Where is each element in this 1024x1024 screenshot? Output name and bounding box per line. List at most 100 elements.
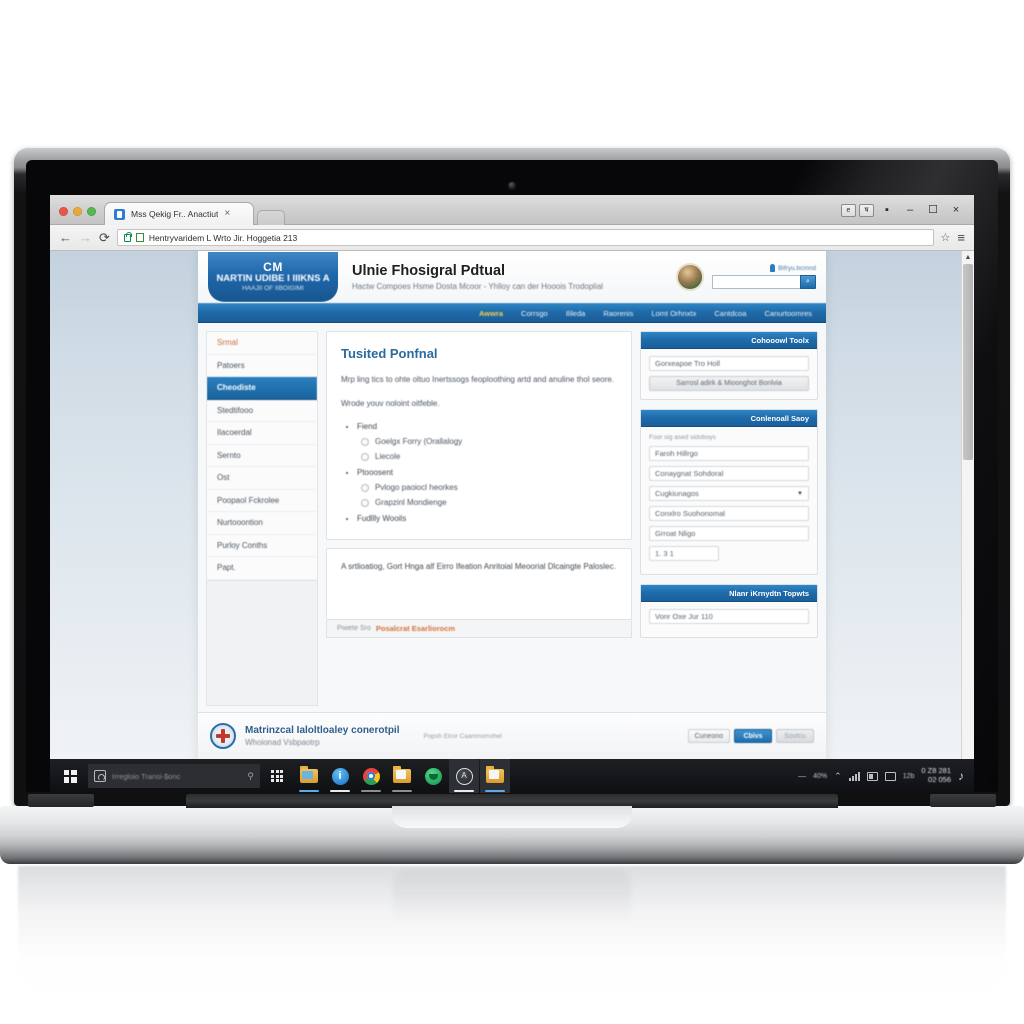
sidebar-item-8[interactable]: Nurtooontion	[207, 512, 317, 535]
nav-item-2[interactable]: Ilileda	[566, 309, 586, 318]
search-icon[interactable]: ⌕	[800, 275, 816, 289]
search-input[interactable]	[712, 275, 800, 289]
radio-option-0-1[interactable]: Liecole	[361, 452, 617, 461]
header-utility: Bifryu.bcmnd ⌕	[712, 264, 816, 289]
sidebar-item-5[interactable]: Sernto	[207, 445, 317, 467]
scrollbar-thumb[interactable]	[963, 264, 973, 460]
sidebar-item-1[interactable]: Patoers	[207, 355, 317, 377]
panel-form-field-1[interactable]: Conaygnat Sohdoral	[649, 466, 809, 481]
footer-button-0[interactable]: Cuneono	[687, 729, 730, 743]
new-tab-button[interactable]	[257, 210, 285, 225]
taskbar-app-list: i A	[294, 759, 510, 793]
radio-option-0-0[interactable]: Goelgx Forry (Orallalogy	[361, 437, 617, 446]
bookmark-star-icon[interactable]: ☆	[941, 231, 951, 244]
nav-item-3[interactable]: Raorenis	[603, 309, 633, 318]
battery-icon[interactable]	[866, 771, 878, 781]
chevron-up-icon[interactable]: ⌃	[834, 771, 842, 782]
panel-form-select[interactable]: Cugkiunagos ▼	[649, 486, 809, 501]
main-heading: Tusited Ponfnal	[341, 346, 438, 361]
notice-card: A srtlioatiog, Gort Hnga alf Eirro Ifeat…	[326, 548, 632, 621]
nav-item-6[interactable]: Canurtoomres	[764, 309, 812, 318]
clock[interactable]: 0 Z8 281 02ּ 056	[921, 767, 951, 784]
forward-arrow-icon[interactable]: →	[79, 231, 92, 244]
pen-icon[interactable]: ―	[798, 772, 806, 781]
taskbar-green-app[interactable]	[418, 759, 448, 793]
medical-cross-icon	[210, 723, 236, 749]
panel-form-field-0[interactable]: Faroh Hillrgo	[649, 446, 809, 461]
panel-reports-field-0[interactable]: Vonr Oxe Jur 110	[649, 609, 809, 624]
radio-icon[interactable]	[361, 437, 369, 446]
radio-icon[interactable]	[361, 483, 369, 492]
sidebar-item-10[interactable]: Papt.	[207, 557, 317, 580]
hamburger-menu-icon[interactable]: ≡	[957, 231, 965, 244]
taskbar-info[interactable]: i	[325, 759, 355, 793]
network-icon[interactable]	[848, 771, 860, 781]
back-arrow-icon[interactable]: ←	[59, 231, 72, 244]
panel-form-field-4[interactable]: Grroat Nligo	[649, 526, 809, 541]
nav-item-1[interactable]: Corrsgo	[521, 309, 548, 318]
taskbar-search-box[interactable]: Irregloio Transi-$onc ⚲	[88, 764, 260, 788]
site-info-icon[interactable]	[135, 233, 144, 242]
start-button[interactable]	[54, 759, 86, 793]
microphone-icon[interactable]: ⚲	[247, 771, 254, 782]
notification-icon[interactable]: ♪	[958, 769, 964, 783]
footer-text-block: Matrinzcal Ialoltloaley conerotpil Whoio…	[245, 725, 399, 747]
page-scrollbar[interactable]: ▲ ▼	[961, 251, 974, 793]
nav-item-5[interactable]: Cantdcoa	[714, 309, 746, 318]
notice-footer-link[interactable]: Posalcrat Esarliorocm	[376, 624, 455, 633]
footer-middle-text: Popsh Etror Caanmomohel	[423, 732, 502, 740]
taskbar-photos[interactable]	[480, 759, 510, 793]
taskbar-folder-white[interactable]	[387, 759, 417, 793]
taskbar-folder-blue[interactable]	[294, 759, 324, 793]
login-link[interactable]: Bifryu.bcmnd	[770, 264, 816, 272]
panel-form-body: Foor sig ased sidoboys Faroh Hillrgo Con…	[641, 427, 817, 574]
panel-form: Conlenoall Saoy Foor sig ased sidoboys F…	[640, 409, 818, 575]
volume-icon[interactable]	[884, 771, 896, 781]
radio-option-1-1[interactable]: Grapzinl Mondienge	[361, 498, 617, 507]
close-icon[interactable]: ×	[224, 209, 230, 219]
nav-item-0[interactable]: Awwra	[479, 309, 503, 318]
browser-titlebar: Mss Qekig Fr.. Anactiut × e ष ▪ – ☐ ×	[50, 195, 974, 225]
close-window-button[interactable]: ×	[946, 203, 966, 217]
tray-percent-1: 40%	[813, 772, 828, 780]
sidebar-item-9[interactable]: Purloy Conths	[207, 535, 317, 557]
option-group-2-label: Fudllly Wooils	[357, 514, 617, 523]
sidebar-item-4[interactable]: Ilacoerdal	[207, 422, 317, 445]
footer-title: Matrinzcal Ialoltloaley conerotpil	[245, 725, 400, 736]
site-logo[interactable]: CM NARTIN UDIBE I IIIKNS A HAAJII OF IIB…	[208, 251, 338, 302]
sidebar-item-0[interactable]: Srmal	[207, 332, 317, 355]
radio-icon[interactable]	[361, 498, 369, 507]
scroll-up-icon[interactable]: ▲	[962, 251, 974, 263]
sidebar-item-6[interactable]: Ost	[207, 467, 317, 490]
sidebar-item-2[interactable]: Cheodiste	[207, 377, 317, 400]
close-dot[interactable]	[59, 207, 68, 216]
footer-button-2[interactable]: Sovtcu	[776, 729, 814, 743]
restore-button[interactable]: ▪	[877, 203, 897, 217]
extension-icon-1[interactable]: e	[841, 203, 856, 217]
extension-icon-2[interactable]: ष	[859, 203, 874, 217]
panel-tools-field-0[interactable]: Gorxeapoe Tro Holl	[649, 356, 809, 371]
radio-icon[interactable]	[361, 452, 369, 461]
panel-reports-body: Vonr Oxe Jur 110	[641, 602, 817, 637]
taskbar-compass[interactable]: A	[449, 759, 479, 793]
panel-form-field-3[interactable]: Conxlro Suohonomal	[649, 506, 809, 521]
taskbar-chrome[interactable]	[356, 759, 386, 793]
radio-option-1-0[interactable]: Pvlogo paoiocl heorkes	[361, 483, 617, 492]
panel-form-field-5[interactable]: 1. 3 1	[649, 546, 719, 561]
window-controls: e ष ▪ – ☐ ×	[841, 203, 974, 224]
zoom-dot[interactable]	[87, 207, 96, 216]
sidebar-item-3[interactable]: Stedtifooo	[207, 400, 317, 422]
laptop-base	[0, 794, 1024, 864]
minimize-dot[interactable]	[73, 207, 82, 216]
sidebar-item-7[interactable]: Poopaol Fckrolee	[207, 490, 317, 512]
address-bar[interactable]: Hentryvaridem L Wrto Jir. Hoggetia 213	[116, 229, 934, 246]
reload-icon[interactable]: ⟳	[99, 231, 110, 244]
panel-tools-button[interactable]: Sarrosl adirk & Mioonghot Bonlvia	[649, 376, 809, 391]
nav-item-4[interactable]: Lomt Orhnxtx	[651, 309, 696, 318]
maximize-button[interactable]: ☐	[923, 203, 943, 217]
task-view-button[interactable]	[264, 759, 290, 793]
minimize-button[interactable]: –	[900, 203, 920, 217]
browser-tab[interactable]: Mss Qekig Fr.. Anactiut ×	[104, 202, 254, 225]
avatar[interactable]	[676, 262, 704, 291]
footer-button-1[interactable]: Cbivs	[734, 729, 772, 743]
